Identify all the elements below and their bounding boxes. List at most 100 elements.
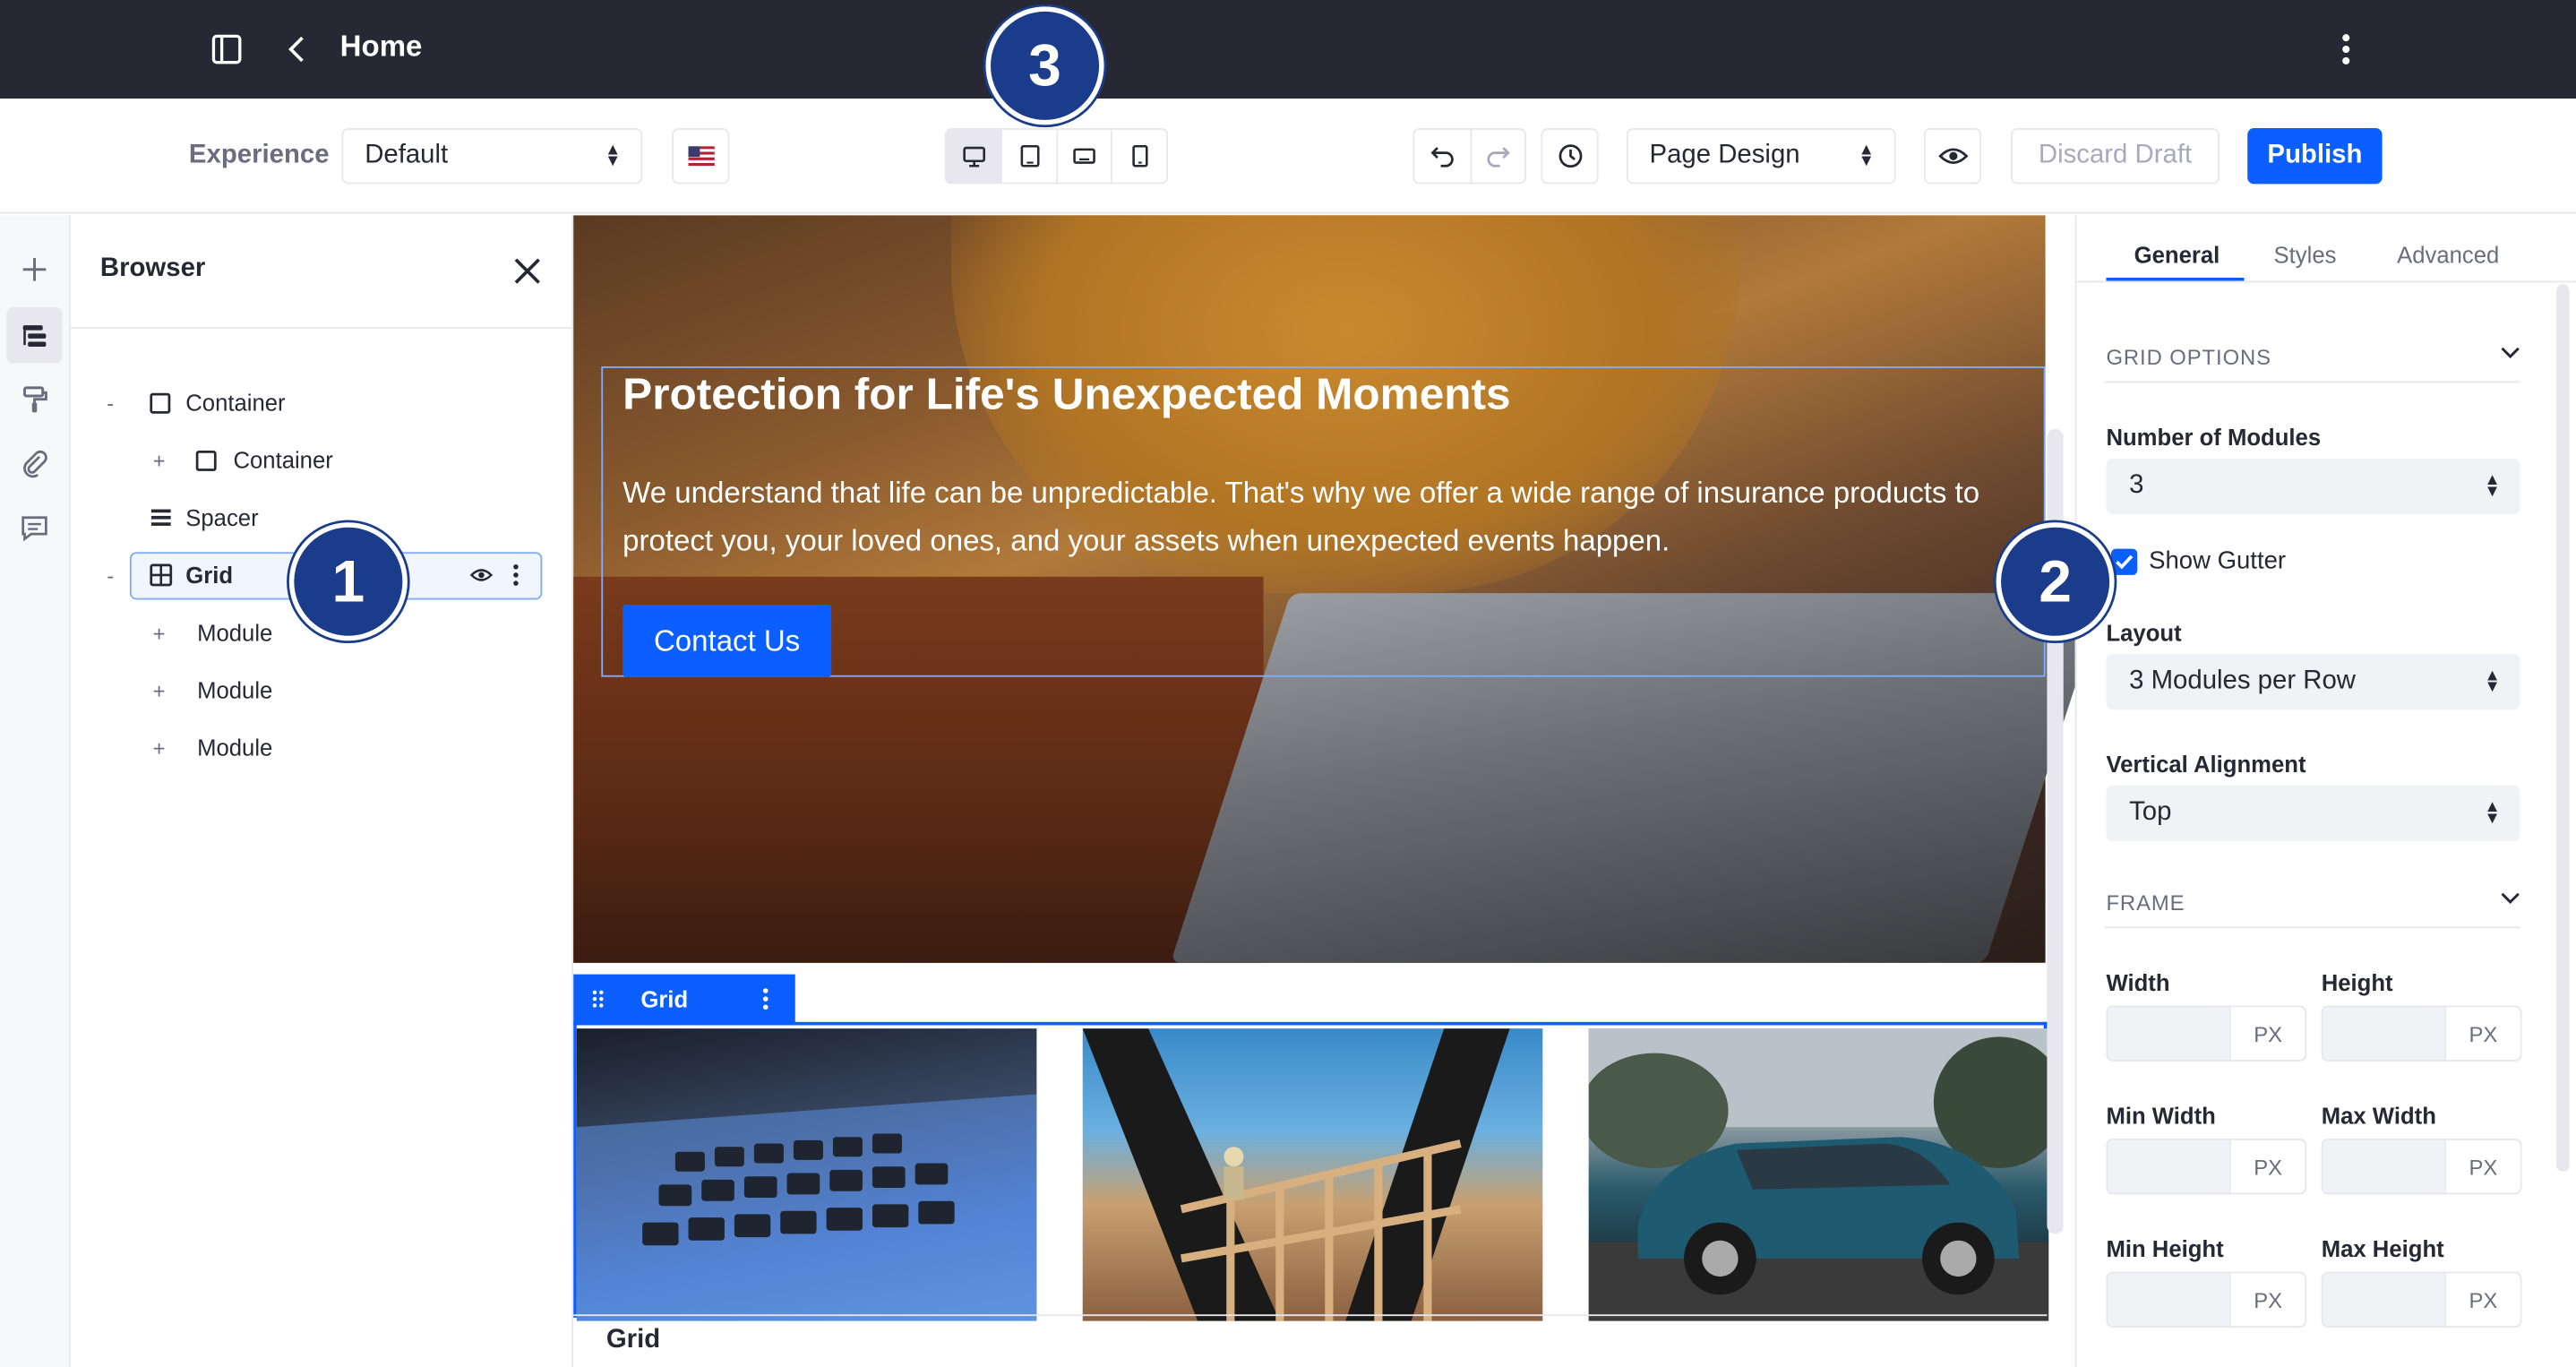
- grid-options-title[interactable]: GRID OPTIONS: [2106, 345, 2271, 370]
- chevron-left-icon[interactable]: [279, 30, 315, 69]
- max-width-input[interactable]: PX: [2321, 1139, 2522, 1195]
- browser-icon[interactable]: [6, 306, 63, 364]
- tablet-icon[interactable]: [1000, 129, 1056, 183]
- experience-select[interactable]: Default ▲ ▼: [341, 128, 643, 185]
- tree-item-container[interactable]: + Container: [150, 435, 531, 485]
- collapse-toggle[interactable]: -: [107, 563, 114, 588]
- tree-item-module[interactable]: + Module: [150, 666, 531, 715]
- tab-general[interactable]: General: [2134, 242, 2220, 268]
- show-gutter-checkbox[interactable]: [2110, 548, 2138, 575]
- kebab-icon[interactable]: [512, 563, 519, 587]
- tree-item-container[interactable]: - Container: [104, 378, 531, 427]
- portrait-phone-icon[interactable]: [1111, 129, 1166, 183]
- paperclip-icon[interactable]: [6, 435, 62, 491]
- hero-paragraph[interactable]: We understand that life can be unpredict…: [623, 470, 1986, 565]
- tab-styles[interactable]: Styles: [2274, 242, 2337, 268]
- desktop-icon[interactable]: [946, 129, 1001, 183]
- module-car-image[interactable]: [1588, 1028, 2049, 1321]
- publish-button[interactable]: Publish: [2247, 128, 2383, 185]
- modules-select[interactable]: 3 ▲ ▼: [2106, 458, 2520, 515]
- grid-icon: [150, 563, 173, 587]
- frame-title[interactable]: FRAME: [2106, 890, 2185, 916]
- grid-fragment[interactable]: [573, 1021, 2049, 1321]
- unit-label: PX: [2229, 1007, 2306, 1060]
- unit-label: PX: [2229, 1273, 2306, 1327]
- tree-item-label: Module: [197, 734, 273, 761]
- select-caret-icon: ▲ ▼: [1858, 141, 1875, 171]
- history-button[interactable]: [1541, 128, 1599, 185]
- eye-icon[interactable]: [469, 567, 494, 583]
- callout-badge: 3: [985, 6, 1104, 125]
- discard-draft-button[interactable]: Discard Draft: [2011, 128, 2220, 185]
- divider: [2104, 926, 2520, 929]
- browser-panel: Browser - Container + Container Spacer -…: [70, 215, 574, 1367]
- unit-label: PX: [2444, 1273, 2520, 1327]
- expand-toggle[interactable]: +: [153, 448, 166, 473]
- modules-value: 3: [2129, 471, 2144, 500]
- chevron-down-icon[interactable]: [2499, 890, 2522, 907]
- module-laptop-image[interactable]: [576, 1028, 1037, 1321]
- grid-label: Grid: [605, 1326, 661, 1354]
- max-width-label: Max Width: [2321, 1102, 2436, 1130]
- layout-select[interactable]: 3 Modules per Row ▲ ▼: [2106, 653, 2520, 710]
- kebab-icon[interactable]: [2330, 30, 2363, 69]
- select-caret-icon: ▲ ▼: [605, 141, 622, 171]
- callout-badge: 2: [1996, 522, 2115, 641]
- unit-label: PX: [2444, 1007, 2520, 1060]
- mode-select[interactable]: Page Design ▲ ▼: [1626, 128, 1896, 185]
- chevron-down-icon[interactable]: [2499, 345, 2522, 361]
- unit-label: PX: [2444, 1139, 2520, 1193]
- contact-us-button[interactable]: Contact Us: [623, 604, 832, 677]
- paint-roller-icon[interactable]: [6, 372, 62, 427]
- comment-icon[interactable]: [6, 500, 62, 555]
- container-icon: [195, 450, 217, 471]
- kebab-icon[interactable]: [762, 987, 769, 1010]
- experience-label: Experience: [188, 141, 330, 169]
- clock-icon: [1558, 144, 1582, 168]
- expand-toggle[interactable]: +: [153, 620, 166, 645]
- redo-icon[interactable]: [1469, 129, 1524, 183]
- max-height-input[interactable]: PX: [2321, 1271, 2522, 1328]
- width-input[interactable]: PX: [2106, 1005, 2307, 1062]
- divider: [2076, 280, 2576, 283]
- preview-button[interactable]: [1923, 128, 1982, 185]
- browser-title: Browser: [99, 254, 206, 283]
- divider: [70, 326, 574, 329]
- mode-value: Page Design: [1649, 141, 1800, 169]
- unit-label: PX: [2229, 1139, 2306, 1193]
- expand-toggle[interactable]: +: [153, 735, 166, 761]
- layout-value: 3 Modules per Row: [2129, 666, 2356, 695]
- divider: [2104, 381, 2520, 383]
- min-height-input[interactable]: PX: [2106, 1271, 2307, 1328]
- layout-label: Layout: [2106, 619, 2182, 646]
- min-width-input[interactable]: PX: [2106, 1139, 2307, 1195]
- sidebar-icon[interactable]: [207, 30, 246, 69]
- vertical-alignment-select[interactable]: Top ▲ ▼: [2106, 785, 2520, 842]
- show-gutter-label[interactable]: Show Gutter: [2149, 547, 2286, 575]
- collapse-toggle[interactable]: -: [107, 391, 114, 416]
- expand-toggle[interactable]: +: [153, 678, 166, 703]
- width-label: Width: [2106, 969, 2170, 996]
- max-height-label: Max Height: [2321, 1235, 2444, 1262]
- add-icon[interactable]: [6, 242, 62, 297]
- grid-topper[interactable]: Grid: [573, 974, 795, 1024]
- language-selector[interactable]: [672, 128, 730, 185]
- sidebar-rail: [0, 215, 71, 1367]
- close-icon[interactable]: [508, 252, 547, 291]
- min-height-label: Min Height: [2106, 1235, 2224, 1262]
- us-flag-icon: [687, 146, 714, 167]
- tree-item-label: Module: [197, 619, 273, 646]
- undo-icon[interactable]: [1414, 130, 1469, 183]
- module-construction-image[interactable]: [1082, 1028, 1543, 1321]
- tab-advanced[interactable]: Advanced: [2397, 242, 2499, 268]
- callout-badge: 1: [288, 522, 408, 641]
- hero-heading[interactable]: Protection for Life's Unexpected Moments: [623, 370, 1510, 421]
- height-input[interactable]: PX: [2321, 1005, 2522, 1062]
- top-bar: Home: [0, 0, 2576, 99]
- eye-icon: [1937, 148, 1968, 164]
- drag-handle-icon[interactable]: [591, 989, 605, 1009]
- panel-scrollbar[interactable]: [2556, 284, 2570, 1172]
- experience-value: Default: [365, 141, 449, 169]
- landscape-phone-icon[interactable]: [1056, 129, 1111, 183]
- tree-item-module[interactable]: + Module: [150, 723, 531, 772]
